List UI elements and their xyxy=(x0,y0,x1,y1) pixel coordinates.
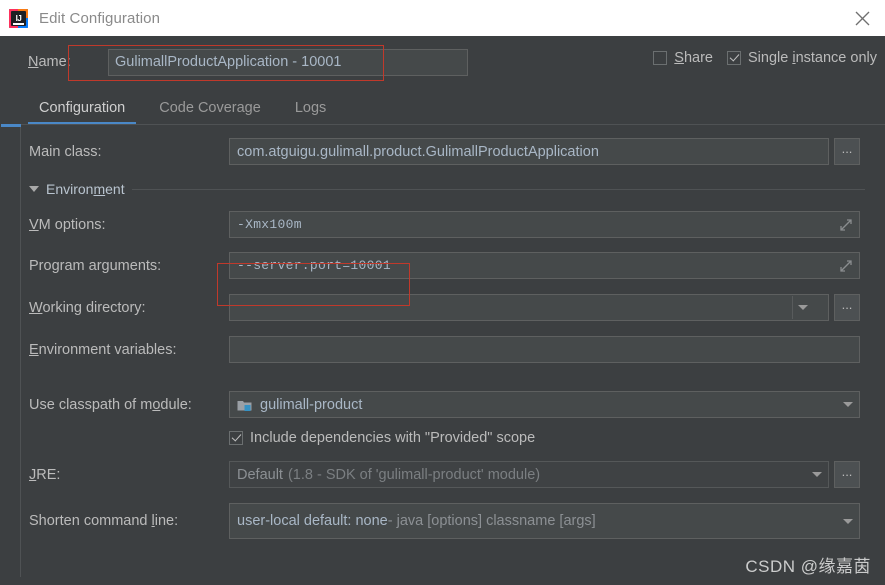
single-instance-label: Single instance only xyxy=(748,50,877,66)
main-class-browse-button[interactable]: ... xyxy=(834,138,860,165)
edit-configuration-dialog: Name: GulimallProductApplication - 10001… xyxy=(0,36,885,585)
include-provided-checkbox-wrapper[interactable]: Include dependencies with "Provided" sco… xyxy=(229,430,535,446)
shorten-command-line-value-rest: - java [options] classname [args] xyxy=(387,513,596,529)
working-directory-browse-button[interactable]: ... xyxy=(834,294,860,321)
chevron-down-icon[interactable] xyxy=(793,295,813,320)
share-options-group: Share Single instance only xyxy=(653,50,877,66)
expand-icon[interactable] xyxy=(839,218,853,232)
shorten-command-line-label: Shorten command line: xyxy=(29,513,179,529)
classpath-module-value: gulimall-product xyxy=(260,396,363,413)
intellij-idea-icon: IJ xyxy=(9,8,28,28)
include-provided-label: Include dependencies with "Provided" sco… xyxy=(250,430,536,446)
tab-code-coverage[interactable]: Code Coverage xyxy=(142,100,278,124)
working-directory-label: Working directory: xyxy=(29,299,146,316)
tab-configuration[interactable]: Configuration xyxy=(22,100,142,124)
working-directory-input[interactable] xyxy=(229,294,829,321)
jre-value-hint: (1.8 - SDK of 'gulimall-product' module) xyxy=(287,466,541,483)
program-arguments-row: Program arguments: --server.port=10001 xyxy=(21,252,885,279)
tab-bar: Configuration Code Coverage Logs xyxy=(0,88,885,124)
shorten-command-line-row: Shorten command line: user-local default… xyxy=(21,503,885,539)
jre-label: JRE: xyxy=(29,466,61,483)
name-label: Name: xyxy=(28,54,71,70)
watermark: CSDN @缘嘉茵 xyxy=(745,557,871,576)
jre-row: JRE: Default (1.8 - SDK of 'gulimall-pro… xyxy=(21,461,885,488)
jre-value: Default xyxy=(237,466,283,483)
single-instance-checkbox[interactable] xyxy=(727,51,741,65)
include-provided-checkbox[interactable] xyxy=(229,431,243,445)
name-row: Name: GulimallProductApplication - 10001… xyxy=(0,36,885,88)
shorten-command-line-combobox[interactable]: user-local default: none - java [options… xyxy=(229,503,860,539)
program-arguments-input[interactable]: --server.port=10001 xyxy=(229,252,860,279)
chevron-down-icon[interactable] xyxy=(807,463,827,486)
window-title: Edit Configuration xyxy=(39,9,161,27)
classpath-module-row: Use classpath of module: gulimall-produc… xyxy=(21,391,885,418)
main-class-input[interactable]: com.atguigu.gulimall.product.GulimallPro… xyxy=(229,138,829,165)
environment-variables-input[interactable] xyxy=(229,336,860,363)
classpath-module-label: Use classpath of module: xyxy=(29,396,192,413)
environment-section-title: Environment xyxy=(46,181,125,197)
chevron-down-icon[interactable] xyxy=(29,186,39,192)
environment-variables-row: Environment variables: xyxy=(21,336,885,363)
configuration-panel: Main class: com.atguigu.gulimall.product… xyxy=(1,124,885,577)
vm-options-value: -Xmx100m xyxy=(237,217,302,232)
tab-logs[interactable]: Logs xyxy=(278,100,343,124)
chevron-down-icon[interactable] xyxy=(838,393,858,416)
shorten-command-line-value: user-local default: none xyxy=(237,513,388,529)
include-provided-row: Include dependencies with "Provided" sco… xyxy=(21,430,885,446)
name-input[interactable]: GulimallProductApplication - 10001 xyxy=(108,48,468,76)
environment-variables-label: Environment variables: xyxy=(29,341,177,358)
working-directory-row: Working directory: ... xyxy=(21,294,885,321)
classpath-module-combobox[interactable]: gulimall-product xyxy=(229,391,860,418)
vm-options-label: VM options: xyxy=(29,216,106,233)
vm-options-row: VM options: -Xmx100m xyxy=(21,211,885,238)
share-checkbox-wrapper[interactable]: Share xyxy=(653,50,713,66)
share-label: Share xyxy=(674,50,713,66)
title-bar: IJ Edit Configuration xyxy=(0,0,885,36)
share-checkbox[interactable] xyxy=(653,51,668,65)
jre-combobox[interactable]: Default (1.8 - SDK of 'gulimall-product'… xyxy=(229,461,829,488)
module-folder-icon xyxy=(237,398,253,412)
single-instance-checkbox-wrapper[interactable]: Single instance only xyxy=(727,50,877,66)
close-glyph xyxy=(855,11,869,25)
main-class-row: Main class: com.atguigu.gulimall.product… xyxy=(21,138,885,165)
jre-browse-button[interactable]: ... xyxy=(834,461,860,488)
vm-options-input[interactable]: -Xmx100m xyxy=(229,211,860,238)
environment-section-header[interactable]: Environment xyxy=(21,181,885,197)
program-arguments-value: --server.port=10001 xyxy=(237,258,391,273)
close-icon[interactable] xyxy=(839,0,885,36)
section-divider xyxy=(131,188,865,190)
chevron-down-icon[interactable] xyxy=(838,505,858,537)
program-arguments-label: Program arguments: xyxy=(29,257,162,274)
expand-icon[interactable] xyxy=(839,259,853,273)
main-class-label: Main class: xyxy=(29,143,102,160)
